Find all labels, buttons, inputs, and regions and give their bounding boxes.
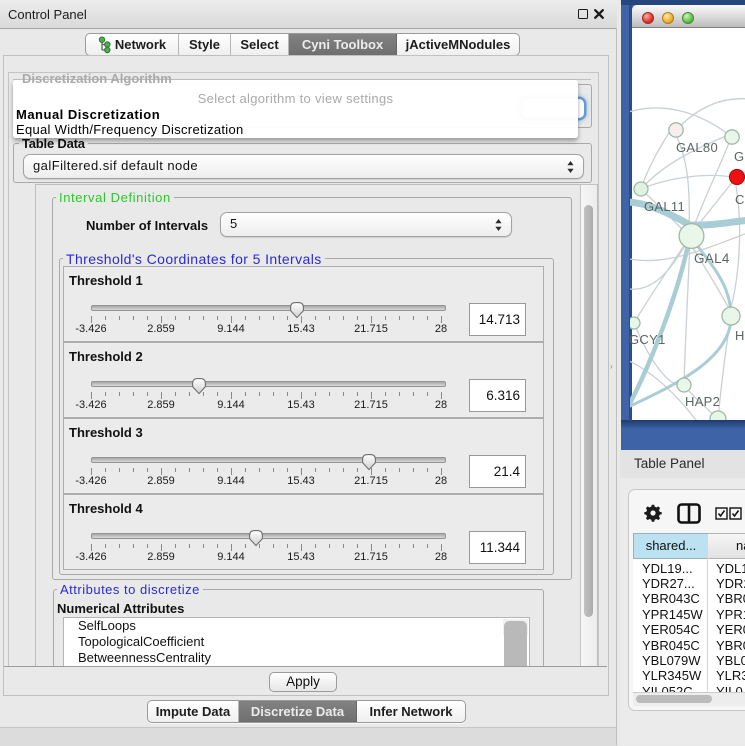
svg-text:GCY1: GCY1: [630, 332, 666, 347]
svg-text:GAL80: GAL80: [676, 140, 718, 155]
svg-text:H: H: [735, 328, 745, 343]
svg-text:GAL4: GAL4: [694, 251, 730, 266]
svg-text:HAP2: HAP2: [685, 394, 720, 409]
svg-text:C: C: [735, 192, 745, 207]
svg-text:GAL11: GAL11: [644, 199, 685, 214]
svg-text:G.: G.: [734, 149, 745, 164]
